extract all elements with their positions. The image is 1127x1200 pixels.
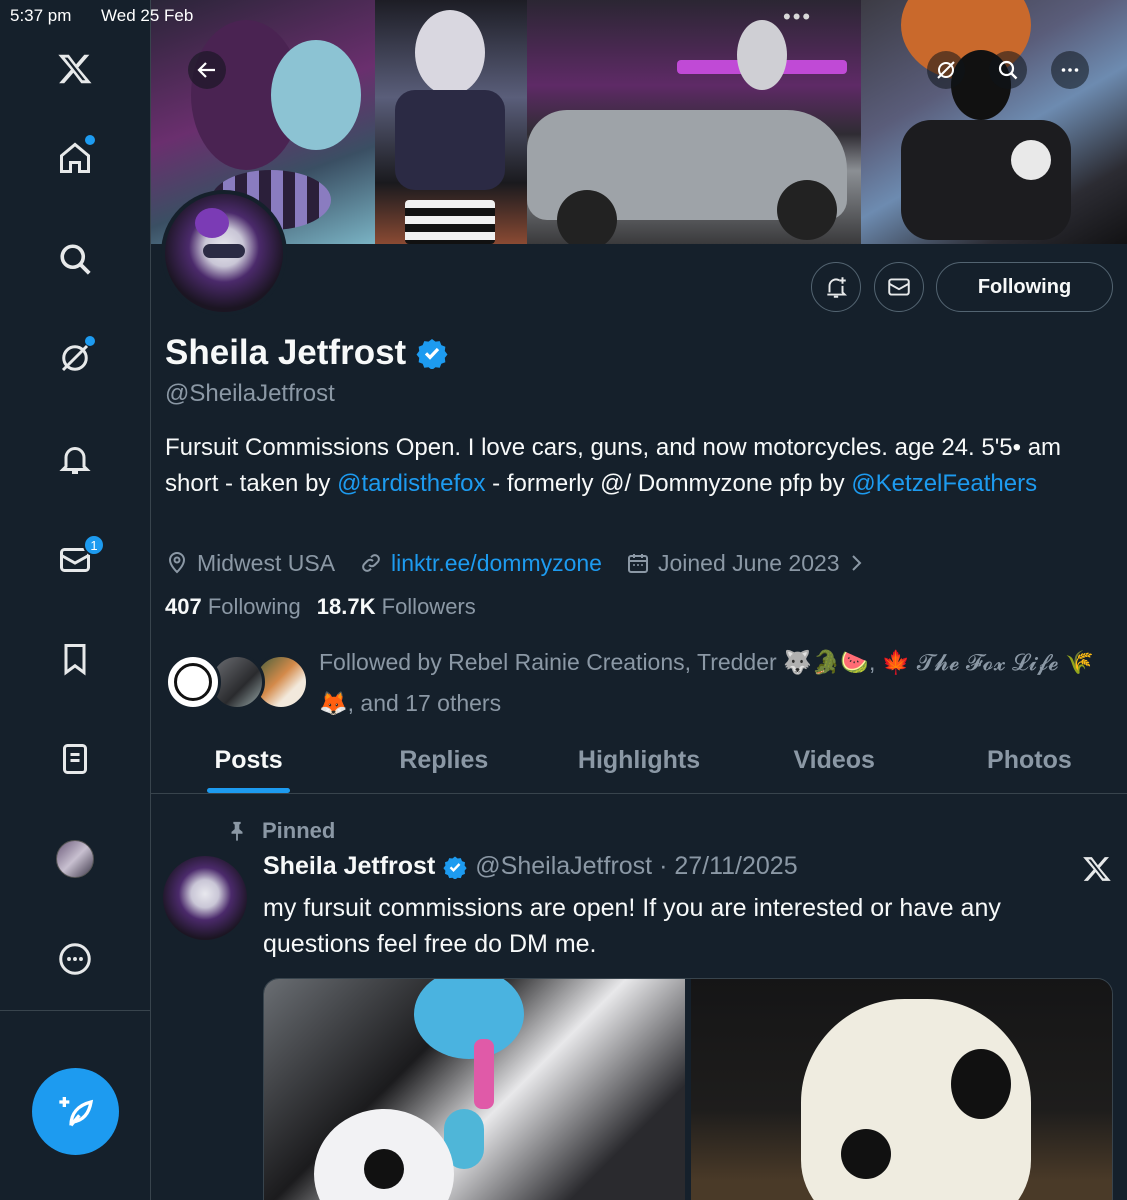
verified-badge-icon[interactable] bbox=[416, 337, 448, 369]
display-name-text: Sheila Jetfrost bbox=[165, 333, 407, 372]
message-button[interactable] bbox=[874, 262, 924, 312]
status-date: Wed 25 Feb bbox=[101, 6, 194, 25]
post-text: my fursuit commissions are open! If you … bbox=[263, 894, 1001, 958]
sidebar-item-grok[interactable] bbox=[50, 333, 100, 383]
post-image-2[interactable] bbox=[691, 979, 1112, 1200]
followers-count-link[interactable]: 18.7K Followers bbox=[317, 594, 476, 620]
sidebar-item-home[interactable] bbox=[50, 133, 100, 183]
sidebar-item-explore[interactable] bbox=[50, 234, 100, 284]
banner-image-4 bbox=[861, 0, 1127, 244]
post-image-1[interactable] bbox=[264, 979, 685, 1200]
following-button[interactable]: Following bbox=[936, 262, 1113, 312]
sidebar-item-more[interactable] bbox=[50, 934, 100, 984]
post-author-name[interactable]: Sheila Jetfrost bbox=[263, 852, 435, 881]
avatar bbox=[56, 840, 94, 878]
post-handle-date[interactable]: @SheilaJetfrost · 27/11/2025 bbox=[475, 852, 797, 881]
followers-label: Followers bbox=[381, 594, 476, 619]
sidebar-item-messages[interactable]: 1 bbox=[50, 534, 105, 585]
compose-icon bbox=[58, 1096, 93, 1126]
active-tab-indicator bbox=[207, 788, 290, 793]
joined-text: Joined June 2023 bbox=[657, 549, 840, 576]
list-icon bbox=[63, 744, 87, 774]
home-icon bbox=[60, 142, 90, 173]
compose-button[interactable] bbox=[32, 1068, 119, 1155]
profile-bio: Fursuit Commissions Open. I love cars, g… bbox=[165, 430, 1115, 502]
following-label: Following bbox=[207, 594, 301, 619]
grok-icon bbox=[937, 61, 955, 79]
profile-meta: Midwest USA linktr.ee/dommyzone Joined J… bbox=[165, 546, 892, 580]
mail-icon bbox=[888, 278, 910, 296]
status-time: 5:37 pm bbox=[10, 6, 72, 25]
profile-location: Midwest USA bbox=[165, 550, 335, 577]
banner-image-2 bbox=[375, 0, 527, 244]
more-circle-icon bbox=[59, 943, 91, 975]
location-pin-icon bbox=[168, 552, 186, 574]
chevron-right-icon bbox=[851, 555, 862, 571]
tab-posts[interactable]: Posts bbox=[151, 728, 346, 793]
profile-joined[interactable]: Joined June 2023 bbox=[626, 550, 868, 577]
profile-handle: @SheilaJetfrost bbox=[165, 380, 335, 407]
profile-banner[interactable] bbox=[151, 0, 1127, 244]
profile-website[interactable]: linktr.ee/dommyzone bbox=[359, 550, 602, 577]
bell-icon bbox=[59, 447, 91, 474]
bio-text-2: - formerly @/ Dommyzone pfp by bbox=[485, 470, 852, 497]
bookmark-icon bbox=[64, 644, 86, 676]
sidebar: 1 bbox=[0, 0, 151, 1200]
post-media[interactable] bbox=[263, 978, 1113, 1200]
banner-image-3 bbox=[527, 0, 861, 244]
verified-badge-icon bbox=[443, 856, 467, 879]
profile-avatar[interactable] bbox=[161, 190, 287, 316]
sidebar-item-bookmarks[interactable] bbox=[50, 634, 100, 684]
profile-tabs: Posts Replies Highlights Videos Photos bbox=[151, 728, 1127, 794]
location-text: Midwest USA bbox=[197, 549, 336, 576]
x-logo-icon bbox=[1083, 857, 1111, 881]
post-menu-button[interactable] bbox=[1082, 854, 1112, 884]
website-link[interactable]: linktr.ee/dommyzone bbox=[391, 550, 602, 577]
post-header: Sheila Jetfrost @SheilaJetfrost · 27/11/… bbox=[263, 852, 798, 881]
tab-replies[interactable]: Replies bbox=[346, 728, 541, 793]
more-options-button[interactable] bbox=[1051, 51, 1089, 89]
back-button[interactable] bbox=[188, 51, 226, 89]
messages-badge: 1 bbox=[83, 534, 105, 556]
link-icon bbox=[362, 554, 380, 572]
home-notification-dot bbox=[85, 135, 95, 145]
follower-avatar-1 bbox=[165, 654, 221, 710]
bell-plus-icon bbox=[827, 277, 848, 298]
pinned-indicator: Pinned bbox=[226, 818, 335, 844]
arrow-left-icon bbox=[197, 62, 215, 78]
more-horizontal-icon bbox=[1061, 68, 1079, 72]
sidebar-item-lists[interactable] bbox=[50, 734, 100, 784]
sidebar-item-profile[interactable] bbox=[50, 834, 100, 884]
sidebar-divider bbox=[0, 1010, 151, 1011]
multitask-dots[interactable]: ••• bbox=[783, 4, 812, 30]
followers-count: 18.7K bbox=[316, 594, 376, 619]
search-profile-button[interactable] bbox=[989, 51, 1027, 89]
search-icon bbox=[60, 244, 91, 275]
tab-highlights[interactable]: Highlights bbox=[541, 728, 736, 793]
grok-notification-dot bbox=[85, 336, 95, 346]
status-bar: 5:37 pm Wed 25 Feb ••• bbox=[0, 0, 1127, 30]
bio-mention-tardisthefox[interactable]: @tardisthefox bbox=[337, 470, 485, 497]
notify-button[interactable] bbox=[811, 262, 861, 312]
tab-videos[interactable]: Videos bbox=[737, 728, 932, 793]
following-count: 407 bbox=[165, 594, 202, 619]
tab-photos[interactable]: Photos bbox=[932, 728, 1127, 793]
grok-button[interactable] bbox=[927, 51, 965, 89]
post-author-avatar[interactable] bbox=[163, 856, 247, 940]
following-count-link[interactable]: 407 Following bbox=[165, 594, 301, 620]
profile-stats: 407 Following 18.7K Followers bbox=[165, 594, 476, 620]
profile-display-name: Sheila Jetfrost bbox=[165, 333, 448, 373]
sidebar-item-notifications[interactable] bbox=[50, 434, 100, 484]
calendar-icon bbox=[627, 554, 648, 573]
search-icon bbox=[998, 60, 1018, 80]
pin-icon bbox=[231, 821, 243, 842]
followed-by-text: Followed by Rebel Rainie Creations, Tred… bbox=[319, 649, 1094, 716]
bio-mention-ketzelfeathers[interactable]: @KetzelFeathers bbox=[851, 470, 1037, 497]
followed-by[interactable]: Followed by Rebel Rainie Creations, Tred… bbox=[165, 642, 1115, 722]
x-logo-icon[interactable] bbox=[50, 44, 100, 94]
